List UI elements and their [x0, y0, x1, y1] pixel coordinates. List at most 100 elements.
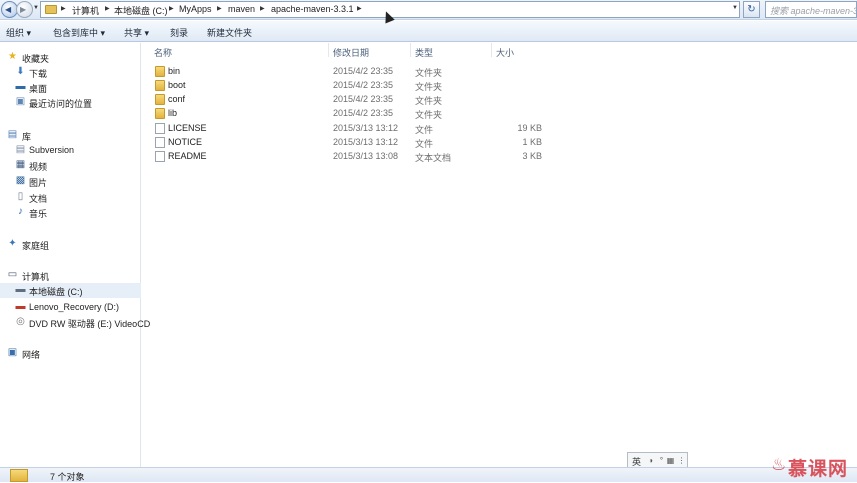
nav-label: 下载	[29, 69, 48, 79]
nav-drive-d[interactable]: ▬ Lenovo_Recovery (D:)	[0, 300, 141, 315]
nav-music[interactable]: ♪ 音乐	[0, 205, 141, 220]
chevron-right-icon[interactable]: ▶	[169, 5, 174, 12]
breadcrumb-maven[interactable]: maven	[228, 4, 255, 14]
nav-label: 家庭组	[22, 241, 50, 251]
share-button[interactable]: 共享 ▾	[124, 26, 149, 39]
file-row[interactable]: NOTICE 2015/3/13 13:12 文件 1 KB	[150, 136, 550, 150]
address-history-dropdown-icon[interactable]: ▼	[732, 5, 738, 11]
status-bar: 7 个对象	[0, 467, 857, 482]
star-icon: ★	[8, 51, 17, 62]
nav-drive-e[interactable]: ◎ DVD RW 驱动器 (E:) VideoCD	[0, 315, 150, 330]
file-modified: 2015/4/2 23:35	[333, 80, 394, 90]
document-library-icon: ▯	[17, 191, 24, 202]
nav-network[interactable]: ▣ 网络	[0, 346, 141, 361]
column-header-name[interactable]: 名称	[154, 46, 172, 59]
file-size: 3 KB	[522, 151, 542, 161]
recent-pages-dropdown-icon[interactable]: ▼	[33, 5, 39, 11]
nav-label: Subversion	[29, 145, 75, 155]
nav-computer[interactable]: ▭ 计算机	[0, 268, 141, 283]
file-row[interactable]: boot 2015/4/2 23:35 文件夹	[150, 79, 550, 93]
nav-documents[interactable]: ▯ 文档	[0, 190, 141, 205]
nav-label: 文档	[29, 194, 48, 204]
folder-icon	[155, 80, 165, 91]
file-icon	[155, 123, 165, 134]
include-in-library-button[interactable]: 包含到库中 ▾	[53, 26, 105, 39]
nav-desktop[interactable]: ▬ 桌面	[0, 80, 141, 95]
nav-label: 本地磁盘 (C:)	[29, 287, 83, 297]
folder-icon	[155, 94, 165, 105]
refresh-button[interactable]: ↻	[743, 1, 760, 18]
nav-recent-places[interactable]: ▣ 最近访问的位置	[0, 95, 141, 110]
chevron-right-icon[interactable]: ▶	[357, 5, 362, 12]
chevron-right-icon[interactable]: ▶	[105, 5, 110, 12]
network-icon: ▣	[7, 347, 18, 358]
library-icon: ▤	[7, 129, 18, 140]
column-header-size[interactable]: 大小	[496, 46, 514, 59]
file-row[interactable]: lib 2015/4/2 23:35 文件夹	[150, 107, 550, 121]
forward-button[interactable]: ▶	[16, 1, 33, 18]
address-bar-row: ◀ ▶ ▼ ▶ 计算机 ▶ 本地磁盘 (C:) ▶ MyApps ▶ maven…	[0, 0, 857, 20]
nav-label: 桌面	[29, 84, 48, 94]
keyboard-icon[interactable]: ▦	[666, 456, 675, 465]
breadcrumb-apache-maven[interactable]: apache-maven-3.3.1	[271, 4, 354, 14]
folder-icon	[155, 66, 165, 77]
organize-button[interactable]: 组织 ▾	[6, 26, 31, 39]
dvd-drive-icon: ◎	[16, 316, 25, 327]
file-name: README	[168, 151, 207, 161]
search-placeholder: 搜索 apache-maven-3...	[770, 6, 857, 16]
file-type: 文件夹	[415, 110, 443, 120]
file-row[interactable]: README 2015/3/13 13:08 文本文档 3 KB	[150, 150, 550, 164]
punctuation-icon[interactable]: °	[657, 456, 666, 465]
file-size: 1 KB	[522, 137, 542, 147]
column-divider[interactable]	[328, 43, 329, 57]
nav-label: 最近访问的位置	[29, 99, 93, 109]
nav-label: 音乐	[29, 209, 48, 219]
hard-drive-icon: ▬	[15, 284, 26, 295]
nav-drive-c[interactable]: ▬ 本地磁盘 (C:)	[0, 283, 141, 298]
nav-label: 图片	[29, 178, 48, 188]
search-input[interactable]: 搜索 apache-maven-3...	[765, 1, 857, 18]
nav-label: 计算机	[22, 272, 50, 282]
nav-label: 网络	[22, 350, 41, 360]
flame-logo-icon: ♨	[771, 455, 787, 474]
recovery-drive-icon: ▬	[15, 301, 26, 312]
breadcrumb-computer[interactable]: 计算机	[72, 4, 99, 17]
burn-button[interactable]: 刻录	[170, 26, 188, 39]
half-moon-icon[interactable]: ◑	[646, 456, 655, 465]
nav-label: Lenovo_Recovery (D:)	[29, 302, 120, 312]
breadcrumb-myapps[interactable]: MyApps	[179, 4, 212, 14]
nav-pictures[interactable]: ▩ 图片	[0, 174, 141, 189]
file-row[interactable]: conf 2015/4/2 23:35 文件夹	[150, 93, 550, 107]
file-name: LICENSE	[168, 123, 207, 133]
nav-downloads[interactable]: ⬇ 下载	[0, 65, 141, 80]
nav-label: 收藏夹	[22, 54, 50, 64]
column-divider[interactable]	[491, 43, 492, 57]
chevron-right-icon[interactable]: ▶	[260, 5, 265, 12]
column-divider[interactable]	[410, 43, 411, 57]
desktop-icon: ▬	[15, 81, 26, 92]
column-header-modified[interactable]: 修改日期	[333, 46, 369, 59]
file-modified: 2015/3/13 13:12	[333, 137, 399, 147]
ime-language-bar[interactable]: 英 ◑ ° ▦ ⋮	[627, 452, 688, 468]
chevron-right-icon[interactable]: ▶	[61, 5, 66, 12]
nav-favorites[interactable]: ★ 收藏夹	[0, 50, 141, 65]
nav-subversion[interactable]: ▤ Subversion	[0, 143, 141, 158]
file-name: NOTICE	[168, 137, 203, 147]
download-folder-icon: ⬇	[16, 66, 25, 77]
nav-libraries[interactable]: ▤ 库	[0, 128, 141, 143]
file-row[interactable]: LICENSE 2015/3/13 13:12 文件 19 KB	[150, 122, 550, 136]
nav-videos[interactable]: ▦ 视频	[0, 158, 141, 173]
breadcrumb-drive-c[interactable]: 本地磁盘 (C:)	[114, 4, 168, 17]
file-modified: 2015/3/13 13:12	[333, 123, 399, 133]
refresh-icon: ↻	[747, 4, 756, 15]
column-header-type[interactable]: 类型	[415, 46, 433, 59]
file-row[interactable]: bin 2015/4/2 23:35 文件夹	[150, 65, 550, 79]
file-type: 文件	[415, 139, 434, 149]
chevron-right-icon[interactable]: ▶	[217, 5, 222, 12]
new-folder-button[interactable]: 新建文件夹	[207, 26, 252, 39]
nav-homegroup[interactable]: ✦ 家庭组	[0, 237, 141, 252]
file-name: bin	[168, 66, 181, 76]
watermark-text: 慕课网	[788, 459, 849, 480]
file-type: 文件夹	[415, 82, 443, 92]
menu-icon[interactable]: ⋮	[677, 456, 686, 465]
